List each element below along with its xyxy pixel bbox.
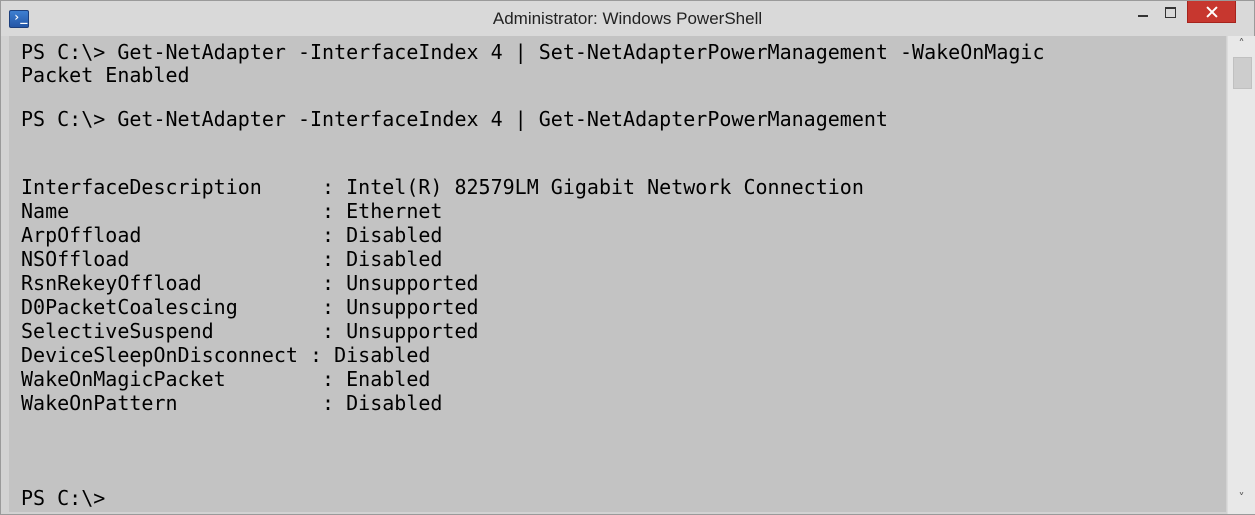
console-line: PS C:\> Get-NetAdapter -InterfaceIndex 4… (21, 107, 888, 131)
console-line: Name : Ethernet (21, 199, 443, 223)
console-line: WakeOnMagicPacket : Enabled (21, 367, 431, 391)
console-line: D0PacketCoalescing : Unsupported (21, 295, 479, 319)
console-line: ArpOffload : Disabled (21, 223, 443, 247)
vertical-scrollbar[interactable]: ˄ ˅ (1227, 36, 1255, 514)
scrollbar-thumb[interactable] (1233, 57, 1252, 89)
console-line: WakeOnPattern : Disabled (21, 391, 443, 415)
console-line: NSOffload : Disabled (21, 247, 443, 271)
powershell-window: ›_ Administrator: Windows PowerShell PS … (0, 0, 1255, 515)
close-icon (1206, 6, 1218, 18)
title-bar[interactable]: ›_ Administrator: Windows PowerShell (1, 1, 1254, 36)
minimize-icon (1137, 15, 1148, 17)
console-line: RsnRekeyOffload : Unsupported (21, 271, 479, 295)
window-title: Administrator: Windows PowerShell (492, 9, 763, 28)
scroll-down-arrow-icon[interactable]: ˅ (1228, 491, 1255, 511)
console-line: PS C:\> Get-NetAdapter -InterfaceIndex 4… (21, 40, 1045, 64)
maximize-button[interactable] (1157, 1, 1184, 23)
scroll-up-arrow-icon[interactable]: ˄ (1228, 37, 1255, 57)
maximize-icon (1165, 6, 1176, 18)
console-line: SelectiveSuspend : Unsupported (21, 319, 479, 343)
console-line: Packet Enabled (21, 63, 190, 87)
console-line: InterfaceDescription : Intel(R) 82579LM … (21, 175, 864, 199)
console-output[interactable]: PS C:\> Get-NetAdapter -InterfaceIndex 4… (9, 36, 1226, 512)
console-prompt-line: PS C:\> (21, 486, 106, 510)
console-line: DeviceSleepOnDisconnect : Disabled (21, 343, 431, 367)
minimize-button[interactable] (1129, 1, 1156, 23)
close-button[interactable] (1187, 1, 1236, 23)
